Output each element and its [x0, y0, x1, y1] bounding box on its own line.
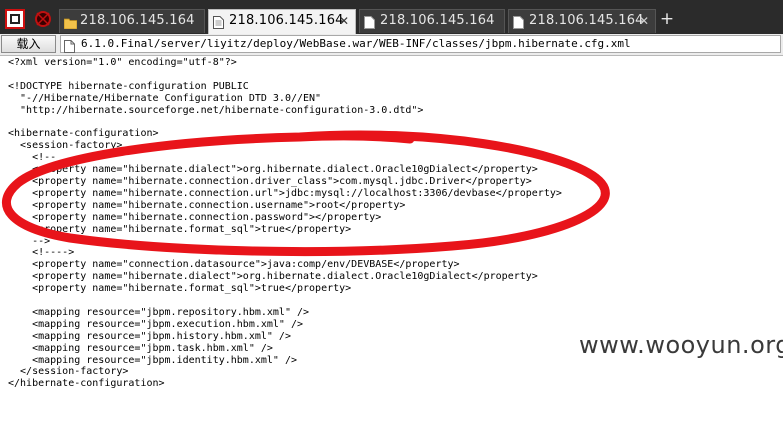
xml-line: <!-- — [8, 152, 57, 164]
window-menu-icon[interactable] — [5, 9, 25, 29]
tab-title: 218.106.145.164 — [529, 13, 644, 28]
xml-document: <?xml version="1.0" encoding="utf-8"?> <!… — [0, 56, 783, 428]
xml-line: <!DOCTYPE hibernate-configuration PUBLIC — [8, 80, 249, 92]
xml-line: <property name="connection.datasource">j… — [8, 259, 460, 271]
tab-4[interactable]: 218.106.145.164 ✕ — [508, 9, 656, 33]
xml-line: <mapping resource="jbpm.history.hbm.xml"… — [8, 330, 291, 342]
xml-line: <property name="hibernate.connection.dri… — [8, 176, 532, 187]
tab-title: 218.106.145.164 — [80, 13, 195, 28]
tab-title: 218.106.145.164 — [229, 13, 344, 28]
xml-line: </hibernate-configuration> — [8, 378, 165, 390]
document-icon — [364, 15, 375, 33]
url-text: 6.1.0.Final/server/liyitz/deploy/WebBase… — [81, 37, 631, 50]
close-icon[interactable]: ✕ — [639, 10, 649, 32]
xml-line: "http://hibernate.sourceforge.net/hibern… — [8, 104, 424, 116]
load-button[interactable]: 载入 — [1, 35, 56, 53]
url-input[interactable]: 6.1.0.Final/server/liyitz/deploy/WebBase… — [60, 35, 781, 53]
xml-line: <!----> — [8, 247, 75, 259]
xml-line: <property name="hibernate.dialect">org.h… — [8, 271, 538, 283]
watermark: www.wooyun.org — [579, 331, 783, 359]
new-tab-button[interactable]: + — [659, 9, 675, 29]
tab-2-active[interactable]: 218.106.145.164 ✕ — [208, 9, 356, 34]
document-icon — [213, 15, 224, 34]
xml-line: </session-factory> — [8, 366, 129, 378]
tab-title: 218.106.145.164 — [380, 13, 495, 28]
tab-3[interactable]: 218.106.145.164 — [359, 9, 505, 33]
browser-window: 218.106.145.164 218.106.145.164 ✕ 218.10… — [0, 0, 783, 428]
xml-line: <property name="hibernate.connection.pas… — [8, 211, 382, 223]
xml-line: --> — [8, 235, 51, 247]
folder-icon — [63, 15, 78, 33]
xml-line: <property name="hibernate.format_sql">tr… — [8, 283, 352, 295]
xml-line: <hibernate-configuration> — [8, 128, 159, 140]
xml-line: <mapping resource="jbpm.identity.hbm.xml… — [8, 354, 297, 366]
close-icon[interactable]: ✕ — [339, 10, 349, 32]
xml-line: <mapping resource="jbpm.repository.hbm.x… — [8, 306, 310, 318]
xml-line: <mapping resource="jbpm.task.hbm.xml" /> — [8, 342, 273, 354]
xml-line: <mapping resource="jbpm.execution.hbm.xm… — [8, 318, 304, 330]
xml-line: "-//Hibernate/Hibernate Configuration DT… — [8, 92, 322, 104]
address-bar: 载入 6.1.0.Final/server/liyitz/deploy/WebB… — [0, 34, 783, 56]
tab-1[interactable]: 218.106.145.164 — [59, 9, 205, 33]
page-icon — [64, 38, 75, 57]
xml-line: <session-factory> — [8, 140, 123, 152]
xml-line: <property name="hibernate.dialect">org.h… — [8, 164, 538, 176]
ghost-icon[interactable] — [33, 9, 53, 29]
xml-line: <property name="hibernate.format_sql">tr… — [8, 223, 352, 235]
document-icon — [513, 15, 524, 33]
xml-line: <property name="hibernate.connection.url… — [8, 187, 562, 199]
xml-line: <?xml version="1.0" encoding="utf-8"?> — [8, 57, 237, 68]
xml-line: <property name="hibernate.connection.use… — [8, 199, 406, 211]
tab-bar: 218.106.145.164 218.106.145.164 ✕ 218.10… — [0, 0, 783, 34]
